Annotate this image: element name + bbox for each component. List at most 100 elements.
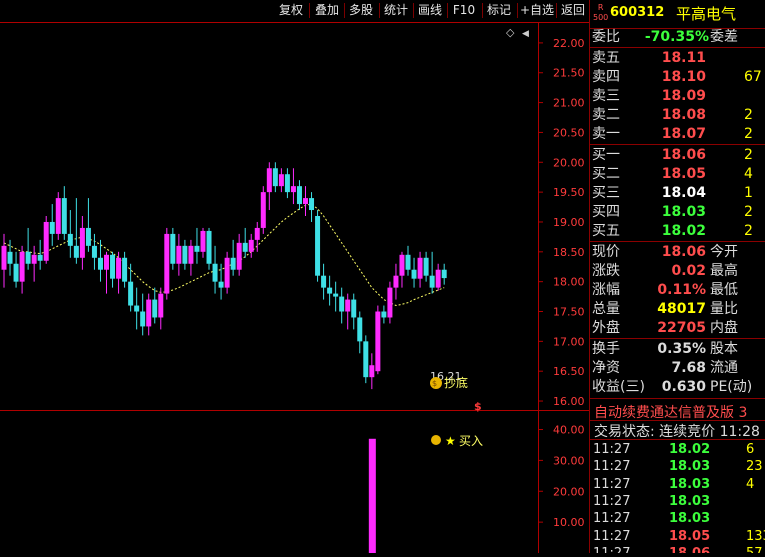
price-tick-label: 21.50 bbox=[553, 67, 585, 80]
trade-time: 11:27 bbox=[593, 545, 630, 553]
trade-status: 交易状态: 连续竞价 11:28 bbox=[594, 424, 760, 440]
order-volume: 2 bbox=[744, 147, 753, 163]
stock-header: R 500 600312 平高电气 bbox=[590, 0, 765, 28]
badge-letter: R bbox=[597, 3, 604, 12]
triangle-icon[interactable]: ◀ bbox=[522, 29, 529, 39]
indicator-axis: 40.00 30.00 20.00 10.00 bbox=[538, 424, 585, 529]
stat-label-2: 股本 bbox=[710, 341, 738, 357]
back-button[interactable]: 返回 bbox=[558, 2, 588, 19]
order-price: 18.07 bbox=[661, 126, 706, 142]
star-icon: ★ bbox=[445, 434, 456, 448]
candle-body bbox=[242, 242, 248, 252]
divider bbox=[590, 439, 765, 440]
trade-volume: 57 bbox=[746, 545, 763, 553]
candle-body bbox=[441, 269, 447, 279]
candle-body bbox=[31, 254, 37, 264]
candle-body bbox=[260, 192, 266, 228]
order-volume: 1 bbox=[744, 185, 753, 201]
price-tick-label: 17.50 bbox=[553, 306, 585, 319]
trade-row: 11:27 18.03 23 bbox=[590, 458, 765, 475]
stat-label: 收益(三) bbox=[592, 379, 645, 395]
statistics-button[interactable]: 统计 bbox=[381, 2, 411, 19]
trade-volume: 4 bbox=[746, 476, 755, 492]
f10-button[interactable]: F10 bbox=[449, 2, 479, 19]
bottom-signal-label: 抄底 bbox=[444, 375, 468, 390]
candle-body bbox=[104, 254, 110, 270]
price-tick-label: 16.50 bbox=[553, 365, 585, 378]
order-book-row: 买一 18.06 2 bbox=[590, 146, 765, 165]
order-level-label: 卖一 bbox=[592, 126, 620, 142]
chart-toolbar: 复权 叠加 多股 统计 画线 F10 标记 +自选 返回 bbox=[0, 0, 589, 22]
order-level-label: 卖四 bbox=[592, 69, 620, 85]
candle-body bbox=[411, 269, 417, 279]
candle-body bbox=[200, 230, 206, 252]
candle-body bbox=[110, 254, 116, 279]
order-book-row: 卖三 18.09 bbox=[590, 87, 765, 106]
price-tick-label: 19.00 bbox=[553, 216, 585, 229]
stat-row: 换手 0.35% 股本 bbox=[590, 340, 765, 359]
scroll-notice[interactable]: 自动续费通达信普及版 3 bbox=[594, 402, 747, 422]
order-volume: 2 bbox=[744, 223, 753, 239]
add-watchlist-button[interactable]: +自选 bbox=[519, 2, 555, 19]
stat-value: 7.68 bbox=[671, 360, 706, 376]
candle-body bbox=[91, 245, 97, 258]
order-book-row: 卖二 18.08 2 bbox=[590, 106, 765, 125]
stat-label: 涨幅 bbox=[592, 282, 620, 298]
candle-body bbox=[248, 239, 254, 252]
candle-body bbox=[146, 299, 152, 327]
order-book-row: 买四 18.03 2 bbox=[590, 203, 765, 222]
overlay-button[interactable]: 叠加 bbox=[312, 2, 342, 19]
committee-diff-label: 委差 bbox=[710, 29, 738, 45]
toolbar-divider bbox=[379, 3, 380, 18]
badge-number: 500 bbox=[593, 13, 609, 22]
candle-body bbox=[333, 293, 339, 297]
candle-body bbox=[37, 254, 43, 261]
candle-body bbox=[351, 299, 357, 318]
candle-body bbox=[290, 186, 296, 193]
candle-body bbox=[122, 257, 128, 282]
price-tick-label: 20.00 bbox=[553, 156, 585, 169]
trade-price: 18.03 bbox=[669, 459, 711, 475]
candle-body bbox=[315, 216, 321, 276]
trade-volume: 6 bbox=[746, 442, 755, 457]
kline-chart[interactable]: ◇ ◀ 22.00 21.50 21.00 20.50 20.00 19.50 19.00 1… bbox=[0, 22, 589, 553]
candle-body bbox=[164, 233, 170, 294]
candle-body bbox=[43, 221, 49, 261]
candle-body bbox=[363, 341, 369, 378]
order-level-label: 卖五 bbox=[592, 50, 620, 66]
order-price: 18.08 bbox=[661, 107, 706, 123]
price-tick-label: 21.00 bbox=[553, 97, 585, 110]
restore-rights-button[interactable]: 复权 bbox=[276, 2, 306, 19]
toolbar-divider bbox=[447, 3, 448, 18]
draw-line-button[interactable]: 画线 bbox=[415, 2, 445, 19]
stat-label-2: 量比 bbox=[710, 301, 738, 317]
mark-button[interactable]: 标记 bbox=[484, 2, 514, 19]
stat-label-2: 今开 bbox=[710, 244, 738, 260]
order-book-row: 卖四 18.10 67 bbox=[590, 68, 765, 87]
stat-row: 外盘 22705 内盘 bbox=[590, 319, 765, 338]
order-level-label: 买二 bbox=[592, 166, 620, 182]
candle-body bbox=[140, 311, 146, 327]
stat-value: 22705 bbox=[657, 320, 706, 336]
price-tick-label: 18.50 bbox=[553, 246, 585, 259]
order-volume: 4 bbox=[744, 166, 753, 182]
stock-name[interactable]: 平高电气 bbox=[676, 3, 736, 24]
trade-row: 11:27 18.06 57 bbox=[590, 545, 765, 553]
candlesticks bbox=[1, 162, 447, 390]
order-volume: 2 bbox=[744, 107, 753, 123]
candle-body bbox=[339, 296, 345, 312]
order-price: 18.10 bbox=[661, 69, 706, 85]
stat-label: 外盘 bbox=[592, 320, 620, 336]
candle-body bbox=[399, 254, 405, 276]
stat-label: 总量 bbox=[592, 301, 620, 317]
diamond-icon[interactable]: ◇ bbox=[506, 26, 515, 39]
candle-body bbox=[25, 251, 31, 264]
committee-ratio-label: 委比 bbox=[592, 29, 620, 45]
order-price: 18.02 bbox=[661, 223, 706, 239]
committee-row: 委比 -70.35% 委差 bbox=[590, 28, 765, 47]
order-level-label: 买三 bbox=[592, 185, 620, 201]
candle-body bbox=[266, 168, 272, 193]
multi-stock-button[interactable]: 多股 bbox=[346, 2, 376, 19]
divider bbox=[590, 241, 765, 242]
trade-row: 11:27 18.03 bbox=[590, 493, 765, 510]
